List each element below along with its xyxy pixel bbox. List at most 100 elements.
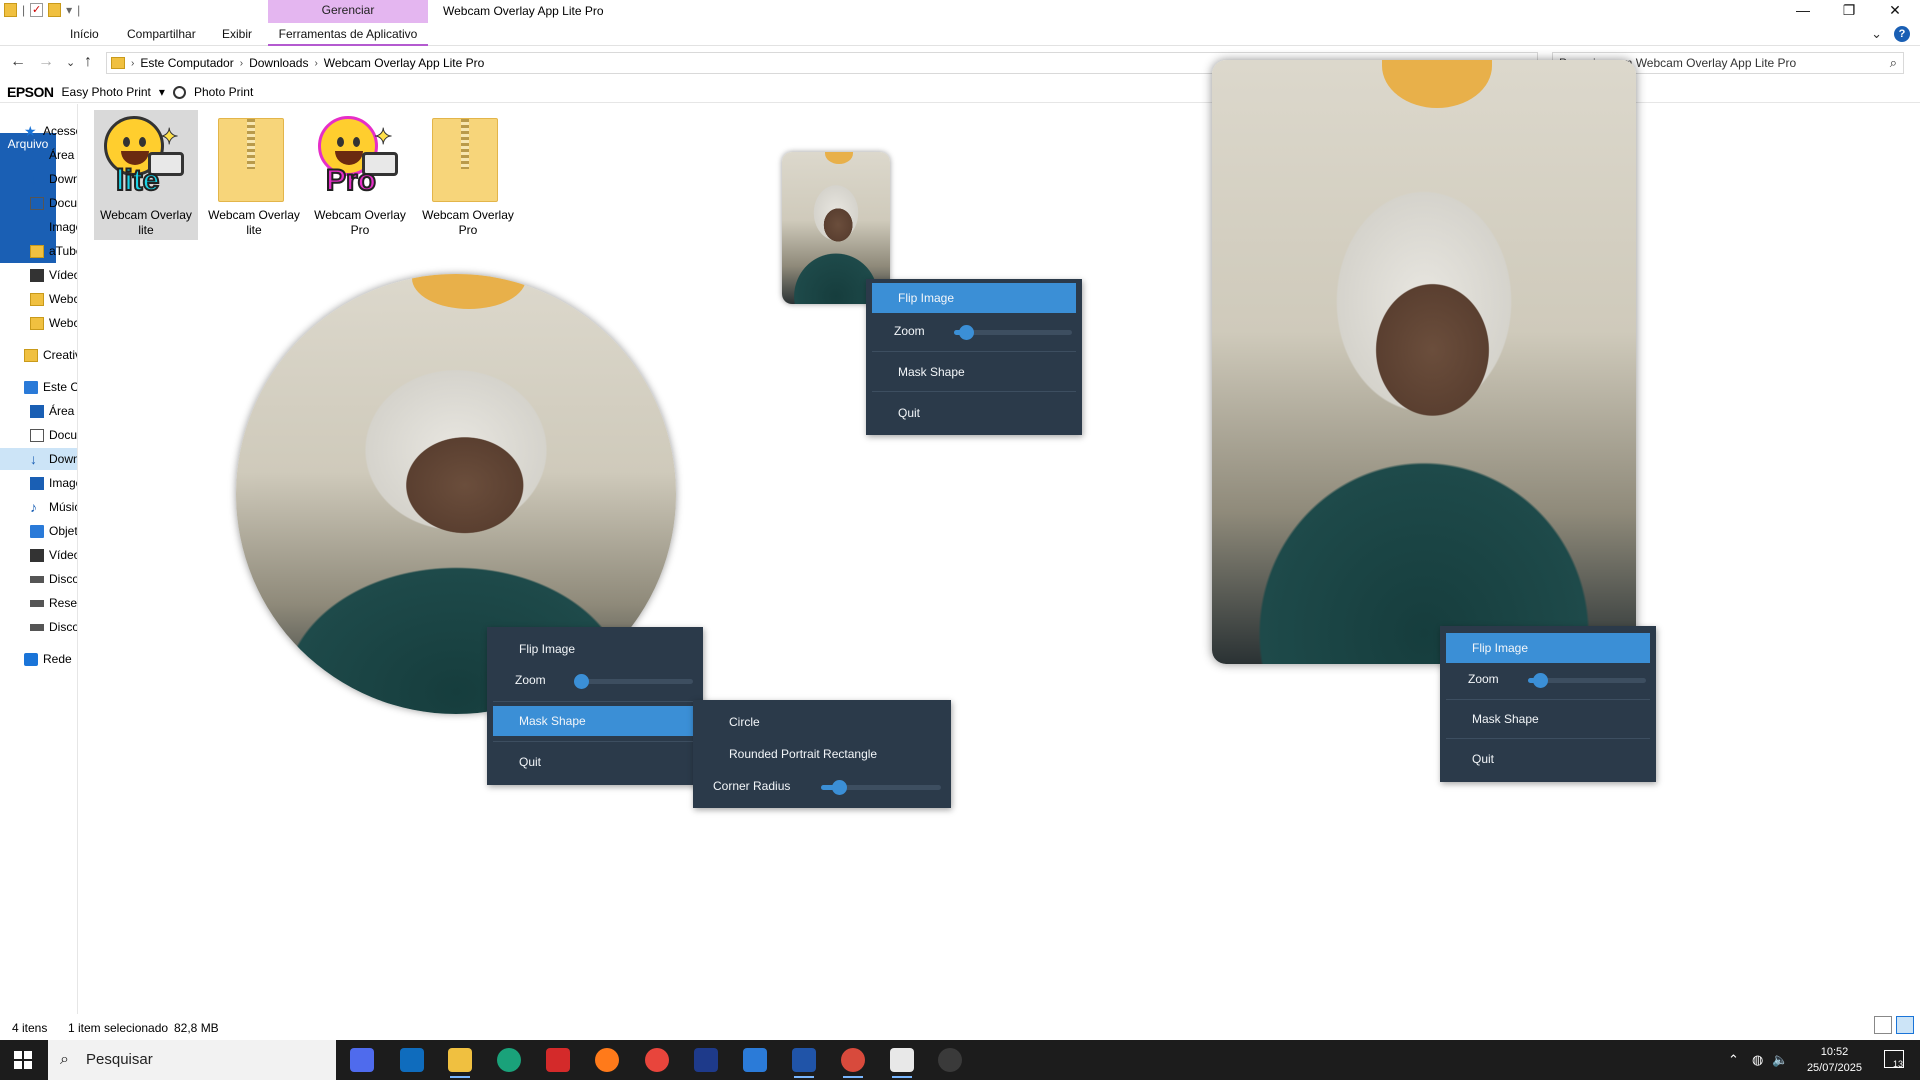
show-hidden-icons-icon[interactable]: ⌃ (1728, 1052, 1739, 1068)
nav-reserved[interactable]: Reservado (30, 592, 77, 614)
webcam-app-icon[interactable] (938, 1048, 962, 1072)
app-red-icon[interactable] (546, 1048, 570, 1072)
large-icons-view-icon[interactable] (1896, 1016, 1914, 1034)
recent-locations-button[interactable]: ⌄ (66, 56, 75, 69)
notifications-icon[interactable]: 13 (1884, 1050, 1904, 1069)
folder-icon[interactable] (4, 3, 17, 17)
nav-creative-cloud[interactable]: Creative Cloud Files (24, 344, 77, 366)
network-icon[interactable]: ◍ (1752, 1052, 1763, 1068)
minimize-button[interactable]: — (1780, 0, 1826, 22)
nav-network[interactable]: Rede (24, 648, 77, 670)
nav-pc-music[interactable]: ♪Músicas (30, 496, 77, 518)
tab-home[interactable]: Início (60, 23, 109, 46)
outlook-icon[interactable] (400, 1048, 424, 1072)
windows-start-icon[interactable] (14, 1051, 32, 1069)
chevron-right-icon: › (131, 57, 135, 69)
nav-this-pc[interactable]: Este Computador (24, 376, 77, 398)
drive-icon (30, 623, 44, 631)
menu-mask-circle[interactable]: Circle (699, 707, 945, 737)
nav-local-disk[interactable]: Disco Local (30, 568, 77, 590)
store-icon[interactable] (350, 1048, 374, 1072)
taskbar-search-input[interactable]: ⌕ Pesquisar (48, 1040, 336, 1080)
slider-handle[interactable] (832, 780, 847, 795)
firefox-icon[interactable] (595, 1048, 619, 1072)
expand-ribbon-icon[interactable]: ⌄ (1871, 26, 1882, 42)
nav-pc-downloads[interactable]: ↓Downloads (0, 448, 77, 470)
window-app-icon[interactable] (890, 1048, 914, 1078)
menu-mask-shape[interactable]: Mask Shape (872, 357, 1076, 387)
chrome-icon[interactable] (645, 1048, 669, 1072)
breadcrumb-current-folder[interactable]: Webcam Overlay App Lite Pro (324, 56, 485, 70)
chevron-down-icon[interactable]: ▾ (159, 85, 165, 99)
context-tab-manage[interactable]: Gerenciar (268, 0, 428, 23)
powershell-icon[interactable] (694, 1048, 718, 1072)
app-blue-icon[interactable] (792, 1048, 816, 1078)
folder-icon (30, 292, 44, 306)
chrome-profile-icon[interactable] (841, 1048, 865, 1078)
nav-pc-desktop[interactable]: Área de Trabalho (30, 400, 77, 422)
nav-atube[interactable]: aTube (30, 240, 77, 262)
file-explorer-icon[interactable] (448, 1048, 472, 1078)
nav-pc-pictures[interactable]: Imagens (30, 472, 77, 494)
nav-pictures[interactable]: Imagens (30, 216, 77, 238)
nav-videos[interactable]: Vídeos (30, 264, 77, 286)
menu-quit[interactable]: Quit (493, 747, 697, 777)
tab-view[interactable]: Exibir (212, 23, 262, 46)
restore-button[interactable]: ❐ (1826, 0, 1872, 22)
nav-documents[interactable]: Documentos (30, 192, 77, 214)
menu-flip-image[interactable]: Flip Image (493, 634, 697, 664)
nav-desktop[interactable]: Área de Trabalho (30, 144, 77, 166)
nav-webcam-2[interactable]: Webcam (30, 312, 77, 334)
slider-handle[interactable] (958, 325, 974, 340)
customize-toolbar-icon[interactable]: ▾ (66, 3, 72, 17)
slider-handle[interactable] (1532, 673, 1548, 688)
nav-quick-access[interactable]: ★Acesso rápido (24, 120, 77, 142)
tab-share[interactable]: Compartilhar (117, 23, 206, 46)
menu-mask-rounded-rectangle[interactable]: Rounded Portrait Rectangle (699, 739, 945, 769)
nav-downloads[interactable]: ↓Downloads (30, 168, 77, 190)
menu-flip-image[interactable]: Flip Image (872, 283, 1076, 313)
file-webcam-overlay-lite-app[interactable]: ✦ lite Webcam Overlay lite (94, 110, 198, 240)
tab-app-tools[interactable]: Ferramentas de Aplicativo (268, 23, 428, 46)
search-icon[interactable]: ⌕ (1890, 55, 1897, 71)
new-folder-icon[interactable] (48, 3, 62, 17)
menu-quit[interactable]: Quit (872, 398, 1076, 428)
file-webcam-overlay-pro-app[interactable]: ✦ Pro Webcam Overlay Pro (308, 110, 412, 240)
edge-icon[interactable] (497, 1048, 521, 1072)
help-icon[interactable]: ? (1894, 26, 1910, 42)
volume-icon[interactable]: 🔈 (1772, 1052, 1788, 1068)
up-button[interactable]: ↑ (84, 53, 92, 71)
menu-flip-image[interactable]: Flip Image (1446, 633, 1650, 663)
sparkle-icon: ✦ (159, 124, 179, 150)
nav-pc-documents[interactable]: Documentos (30, 424, 77, 446)
menu-zoom-row: Zoom (1446, 664, 1650, 694)
zoom-slider[interactable] (954, 325, 1072, 340)
clock[interactable]: 10:52 25/07/2025 (1807, 1044, 1862, 1076)
navigation-pane: ★Acesso rápido Área de Trabalho ↓Downloa… (0, 104, 78, 1014)
easy-photo-print-button[interactable]: Easy Photo Print (62, 85, 151, 99)
nav-pc-videos[interactable]: Vídeos (30, 544, 77, 566)
nav-webcam-1[interactable]: Webcam (30, 288, 77, 310)
webcam-overlay-large[interactable] (1212, 60, 1636, 664)
properties-icon[interactable]: ✓ (30, 3, 44, 17)
nav-pc-3d-objects[interactable]: Objetos 3D (30, 520, 77, 542)
zoom-slider[interactable] (1528, 673, 1646, 688)
breadcrumb-downloads[interactable]: Downloads (249, 56, 308, 70)
menu-mask-shape[interactable]: Mask Shape (1446, 704, 1650, 734)
zoom-slider[interactable] (573, 674, 693, 689)
corner-radius-slider[interactable] (821, 780, 941, 795)
file-webcam-overlay-lite-zip[interactable]: Webcam Overlay lite (202, 110, 306, 240)
menu-quit[interactable]: Quit (1446, 744, 1650, 774)
nav-disk[interactable]: Disco (30, 616, 77, 638)
details-view-icon[interactable] (1874, 1016, 1892, 1034)
menu-mask-shape[interactable]: Mask Shape (493, 706, 697, 736)
slider-handle[interactable] (573, 674, 589, 689)
vscode-icon[interactable] (743, 1048, 767, 1072)
forward-button[interactable]: → (38, 53, 54, 71)
view-buttons (1874, 1016, 1914, 1034)
photo-print-button[interactable]: Photo Print (194, 85, 253, 99)
back-button[interactable]: ← (10, 53, 26, 71)
close-button[interactable]: ✕ (1872, 0, 1918, 22)
file-webcam-overlay-pro-zip[interactable]: Webcam Overlay Pro (416, 110, 520, 240)
breadcrumb-this-pc[interactable]: Este Computador (140, 56, 233, 70)
